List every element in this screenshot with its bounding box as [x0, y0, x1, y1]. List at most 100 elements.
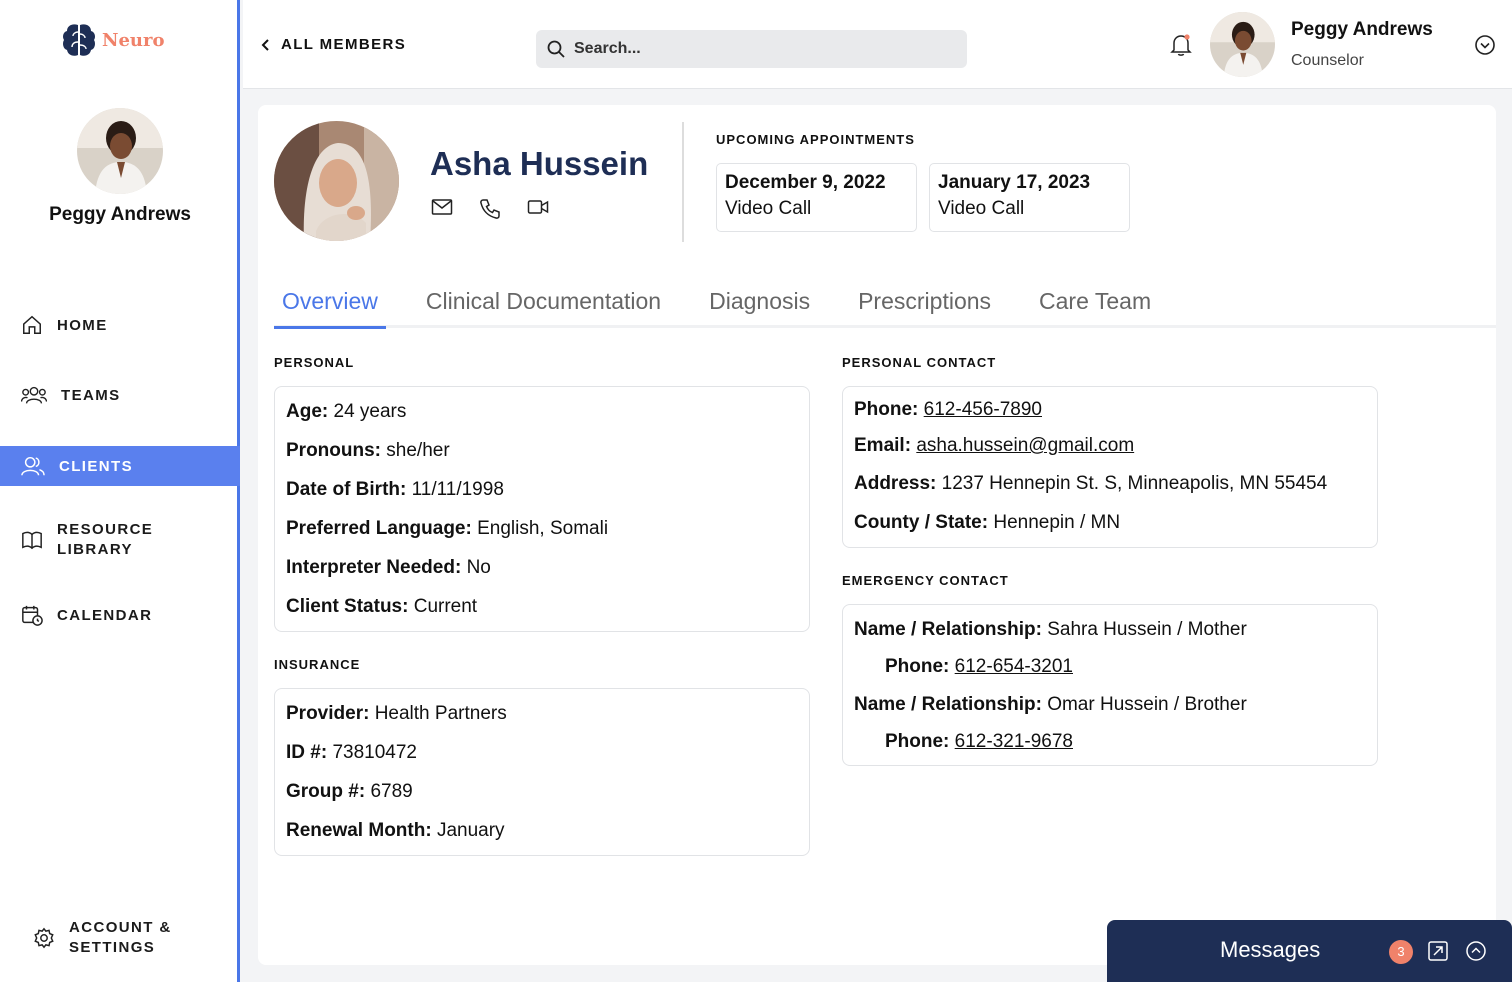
tab-diagnosis[interactable]: Diagnosis: [701, 288, 818, 328]
chevron-up-circle-icon[interactable]: [1465, 940, 1487, 962]
sidebar-item-calendar[interactable]: CALENDAR: [0, 599, 240, 631]
info-row: Interpreter Needed: No: [286, 557, 798, 596]
info-row: Pronouns: she/her: [286, 440, 798, 479]
sidebar-item-label: CALENDAR: [57, 606, 153, 624]
info-row: Renewal Month: January: [286, 820, 798, 859]
personal-info-box: Age: 24 years Pronouns: she/her Date of …: [274, 386, 810, 632]
sidebar-item-label: RESOURCE LIBRARY: [57, 520, 153, 560]
back-to-all-members-link[interactable]: ALL MEMBERS: [261, 36, 406, 53]
back-label: ALL MEMBERS: [281, 36, 407, 53]
field-label: ID #:: [286, 742, 328, 763]
search-input[interactable]: [574, 40, 954, 58]
bell-icon: [1170, 34, 1192, 56]
appointment-card[interactable]: January 17, 2023 Video Call: [929, 163, 1130, 232]
personal-contact-section-title: PERSONAL CONTACT: [842, 355, 997, 370]
sidebar-item-home[interactable]: HOME: [0, 309, 240, 341]
client-photo: [274, 121, 399, 241]
brain-icon: [63, 24, 95, 56]
field-value: 11/11/1998: [411, 479, 504, 500]
field-label: Address:: [854, 473, 937, 494]
personal-contact-box: Phone: 612-456-7890 Email: asha.hussein@…: [842, 386, 1378, 548]
field-label: Name / Relationship:: [854, 694, 1042, 715]
calendar-icon: [22, 605, 43, 626]
avatar-image: [1210, 12, 1275, 77]
header-user-name: Peggy Andrews: [1291, 19, 1433, 40]
field-label: Interpreter Needed:: [286, 557, 462, 578]
sidebar-item-resource-library[interactable]: RESOURCE LIBRARY: [0, 519, 240, 561]
field-value: Health Partners: [374, 703, 507, 724]
field-label: Age:: [286, 401, 329, 422]
email-link[interactable]: asha.hussein@gmail.com: [916, 435, 1134, 456]
tab-prescriptions[interactable]: Prescriptions: [850, 288, 999, 328]
avatar[interactable]: [77, 108, 163, 194]
field-value: 1237 Hennepin St. S, Minneapolis, MN 554…: [941, 473, 1328, 494]
expand-icon[interactable]: [1427, 940, 1449, 962]
phone-icon[interactable]: [479, 198, 501, 220]
client-photo-image: [274, 121, 399, 241]
info-row: Preferred Language: English, Somali: [286, 518, 798, 557]
info-row: Address: 1237 Hennepin St. S, Minneapoli…: [854, 473, 1366, 512]
home-icon: [23, 315, 41, 334]
field-value: Current: [413, 596, 478, 617]
info-row: Date of Birth: 11/11/1998: [286, 479, 798, 518]
info-row: Client Status: Current: [286, 596, 798, 635]
sidebar-item-label: HOME: [57, 316, 108, 334]
upcoming-appointments-title: UPCOMING APPOINTMENTS: [716, 132, 915, 147]
field-label: Group #:: [286, 781, 366, 802]
info-row: Provider: Health Partners: [286, 703, 798, 742]
field-label: Preferred Language:: [286, 518, 472, 539]
field-value: 6789: [370, 781, 413, 802]
sidebar-user-name: Peggy Andrews: [49, 204, 191, 225]
user-menu-toggle[interactable]: [1474, 34, 1496, 61]
phone-link[interactable]: 612-654-3201: [955, 656, 1073, 677]
emergency-contact-section-title: EMERGENCY CONTACT: [842, 573, 1009, 588]
field-label: Phone:: [854, 399, 919, 420]
video-icon[interactable]: [527, 198, 549, 216]
field-value: No: [466, 557, 491, 578]
field-label: Renewal Month:: [286, 820, 432, 841]
info-row: Name / Relationship: Sahra Hussein / Mot…: [854, 619, 1366, 656]
info-row: Phone: 612-654-3201: [854, 656, 1366, 694]
field-value: Sahra Hussein / Mother: [1047, 619, 1247, 640]
phone-link[interactable]: 612-456-7890: [924, 399, 1042, 420]
top-header: ALL MEMBERS Peggy Andrews Counselor: [243, 0, 1512, 89]
client-name: Asha Hussein: [430, 145, 649, 182]
field-label: Phone:: [885, 731, 950, 752]
sidebar-item-clients[interactable]: CLIENTS: [0, 446, 240, 486]
personal-section-title: PERSONAL: [274, 355, 355, 370]
appointment-date: January 17, 2023: [938, 172, 1091, 193]
info-row: Phone: 612-321-9678: [854, 731, 1366, 769]
tab-clinical-documentation[interactable]: Clinical Documentation: [418, 288, 669, 328]
book-icon: [22, 531, 42, 550]
field-label: Phone:: [885, 656, 950, 677]
appointment-type: Video Call: [938, 198, 1025, 219]
tab-overview[interactable]: Overview: [274, 288, 386, 329]
appointment-card[interactable]: December 9, 2022 Video Call: [716, 163, 917, 232]
info-row: Group #: 6789: [286, 781, 798, 820]
label-line-1: ACCOUNT &: [69, 919, 172, 936]
info-row: County / State: Hennepin / MN: [854, 512, 1366, 551]
notifications-button[interactable]: [1170, 33, 1192, 62]
mail-icon[interactable]: [431, 198, 453, 216]
search-icon: [547, 40, 565, 58]
sidebar-item-settings[interactable]: ACCOUNT & SETTINGS: [0, 917, 240, 959]
label-line-2: SETTINGS: [69, 939, 156, 956]
messages-label: Messages: [1220, 937, 1321, 962]
field-value: she/her: [386, 440, 450, 461]
phone-link[interactable]: 612-321-9678: [955, 731, 1073, 752]
header-avatar[interactable]: [1210, 12, 1275, 77]
sidebar-item-teams[interactable]: TEAMS: [0, 379, 240, 411]
messages-panel[interactable]: Messages 3: [1107, 920, 1512, 982]
client-tabs: Overview Clinical Documentation Diagnosi…: [274, 288, 1496, 329]
field-value: English, Somali: [477, 518, 609, 539]
tab-care-team[interactable]: Care Team: [1031, 288, 1159, 328]
sidebar: Neuro Peggy Andrews HOME TEAMS CLIENTS R…: [0, 0, 240, 982]
field-label: Name / Relationship:: [854, 619, 1042, 640]
sidebar-item-label: ACCOUNT & SETTINGS: [69, 918, 172, 958]
field-label: Client Status:: [286, 596, 409, 617]
label-line-1: RESOURCE: [57, 521, 154, 538]
brand-logo[interactable]: Neuro: [62, 22, 164, 58]
client-contact-actions: [431, 198, 549, 220]
insurance-section-title: INSURANCE: [274, 657, 361, 672]
search-bar[interactable]: [536, 30, 967, 68]
